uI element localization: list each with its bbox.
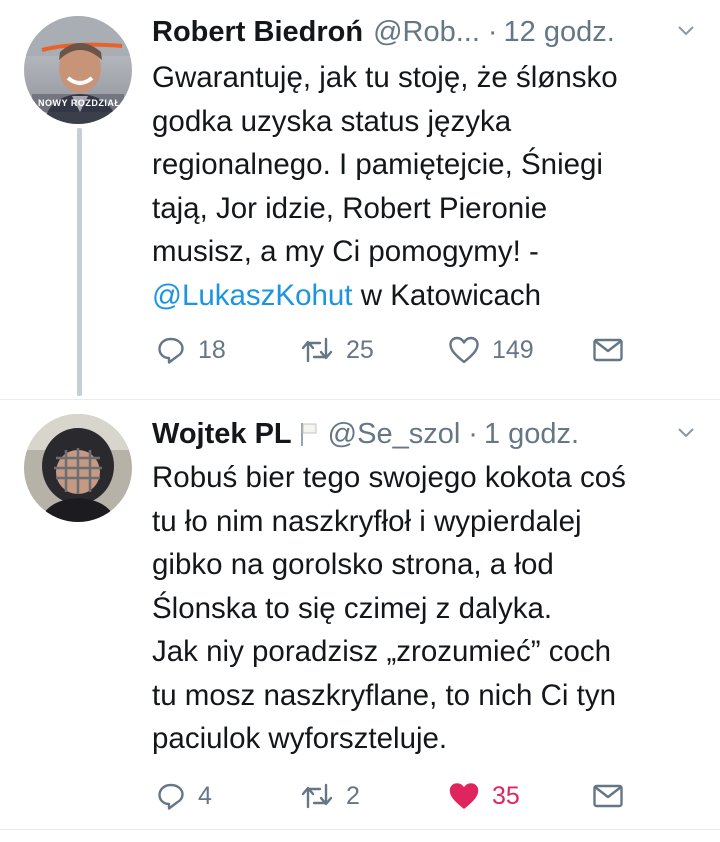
tweet-text-line: Ślonska to się czimej z dalyka. (152, 591, 553, 625)
thread-connector-line (77, 128, 82, 396)
avatar[interactable] (24, 414, 132, 522)
author-handle[interactable]: @Rob... (373, 16, 480, 49)
retweet-icon (300, 781, 334, 811)
author-name[interactable]: Wojtek PL (152, 418, 292, 451)
tweet-text-line: godka uzyska status języka (152, 104, 512, 138)
reply-count: 4 (198, 781, 212, 810)
location-text: w Katowicach (352, 278, 542, 312)
retweet-count: 25 (346, 335, 374, 364)
envelope-icon (592, 337, 624, 363)
tweet-header: Wojtek PL @Se_szol · 1 godz. (152, 414, 698, 454)
separator-dot: · (468, 417, 478, 450)
retweet-count: 2 (346, 781, 360, 810)
tweet-text-line: Jak niy poradzisz „zrozumieć” coch (152, 635, 612, 668)
avatar-image-wojtek (24, 414, 132, 522)
direct-message-button[interactable] (592, 328, 624, 372)
reply-icon (156, 335, 186, 365)
like-button[interactable]: 35 (448, 774, 520, 818)
tweet-text: Robuś bier tego swojego kokota coś tu ło… (152, 456, 712, 761)
tweet-wojtek-pl[interactable]: Wojtek PL @Se_szol · 1 godz. Robuś bier … (0, 400, 720, 830)
tweet-text-line: Gwarantuję, jak tu stoję, że ślønsko (152, 61, 618, 94)
retweet-button[interactable]: 2 (300, 774, 360, 818)
like-count: 149 (492, 335, 534, 364)
reply-icon (156, 781, 186, 811)
timestamp[interactable]: 12 godz. (504, 16, 615, 49)
tweet-text-line-last: @LukaszKohut w Katowicach (152, 274, 712, 318)
reply-button[interactable]: 18 (156, 328, 226, 372)
tweet-text-line: regionalnego. I pamiętejcie, Śniegi (152, 148, 603, 181)
author-name[interactable]: Robert Biedroń (152, 16, 363, 49)
tweet-text-line: tają, Jor idzie, Robert Pieronie (152, 191, 548, 225)
tweet-header: Robert Biedroń @Rob... · 12 godz. (152, 12, 698, 52)
tweet-text-line: musisz, a my Ci pomogymy! - (152, 235, 539, 268)
retweet-icon (300, 335, 334, 365)
tweet-robert-biedron[interactable]: NOWY ROZDZIAŁ Robert Biedroń @Rob... · 1… (0, 0, 720, 400)
direct-message-button[interactable] (592, 774, 624, 818)
envelope-icon (592, 783, 624, 809)
tweet-divider (0, 829, 720, 830)
tweet-text-line: tu ło nim naszkryfłoł i wypierdalej (152, 504, 582, 538)
timestamp[interactable]: 1 godz. (484, 418, 579, 451)
white-flag-icon (300, 421, 318, 447)
tweet-text-line: Robuś bier tego swojego kokota coś (152, 461, 626, 494)
tweet-actions: 4 2 35 (152, 774, 672, 818)
separator-dot: · (487, 15, 498, 48)
author-handle[interactable]: @Se_szol (328, 418, 461, 451)
tweet-actions: 18 25 149 (152, 328, 672, 372)
reply-count: 18 (198, 335, 226, 364)
avatar-badge-text: NOWY ROZDZIAŁ (38, 98, 121, 108)
reply-button[interactable]: 4 (156, 774, 212, 818)
tweet-text-line: gibko na gorolsko strona, a łod (152, 548, 554, 581)
like-button[interactable]: 149 (448, 328, 534, 372)
heart-icon (448, 335, 480, 365)
retweet-button[interactable]: 25 (300, 328, 374, 372)
tweet-text: Gwarantuję, jak tu stoję, że ślønsko god… (152, 56, 712, 317)
heart-icon (448, 781, 480, 811)
chevron-down-icon[interactable] (674, 420, 698, 453)
avatar[interactable]: NOWY ROZDZIAŁ (24, 16, 132, 124)
like-count: 35 (492, 781, 520, 810)
tweet-text-line: paciulok wyforszteluje. (152, 722, 448, 755)
mention-link[interactable]: @LukaszKohut (152, 279, 353, 312)
tweet-text-line: tu mosz naszkryflane, to nich Ci tyn (152, 678, 616, 712)
chevron-down-icon[interactable] (674, 18, 698, 51)
